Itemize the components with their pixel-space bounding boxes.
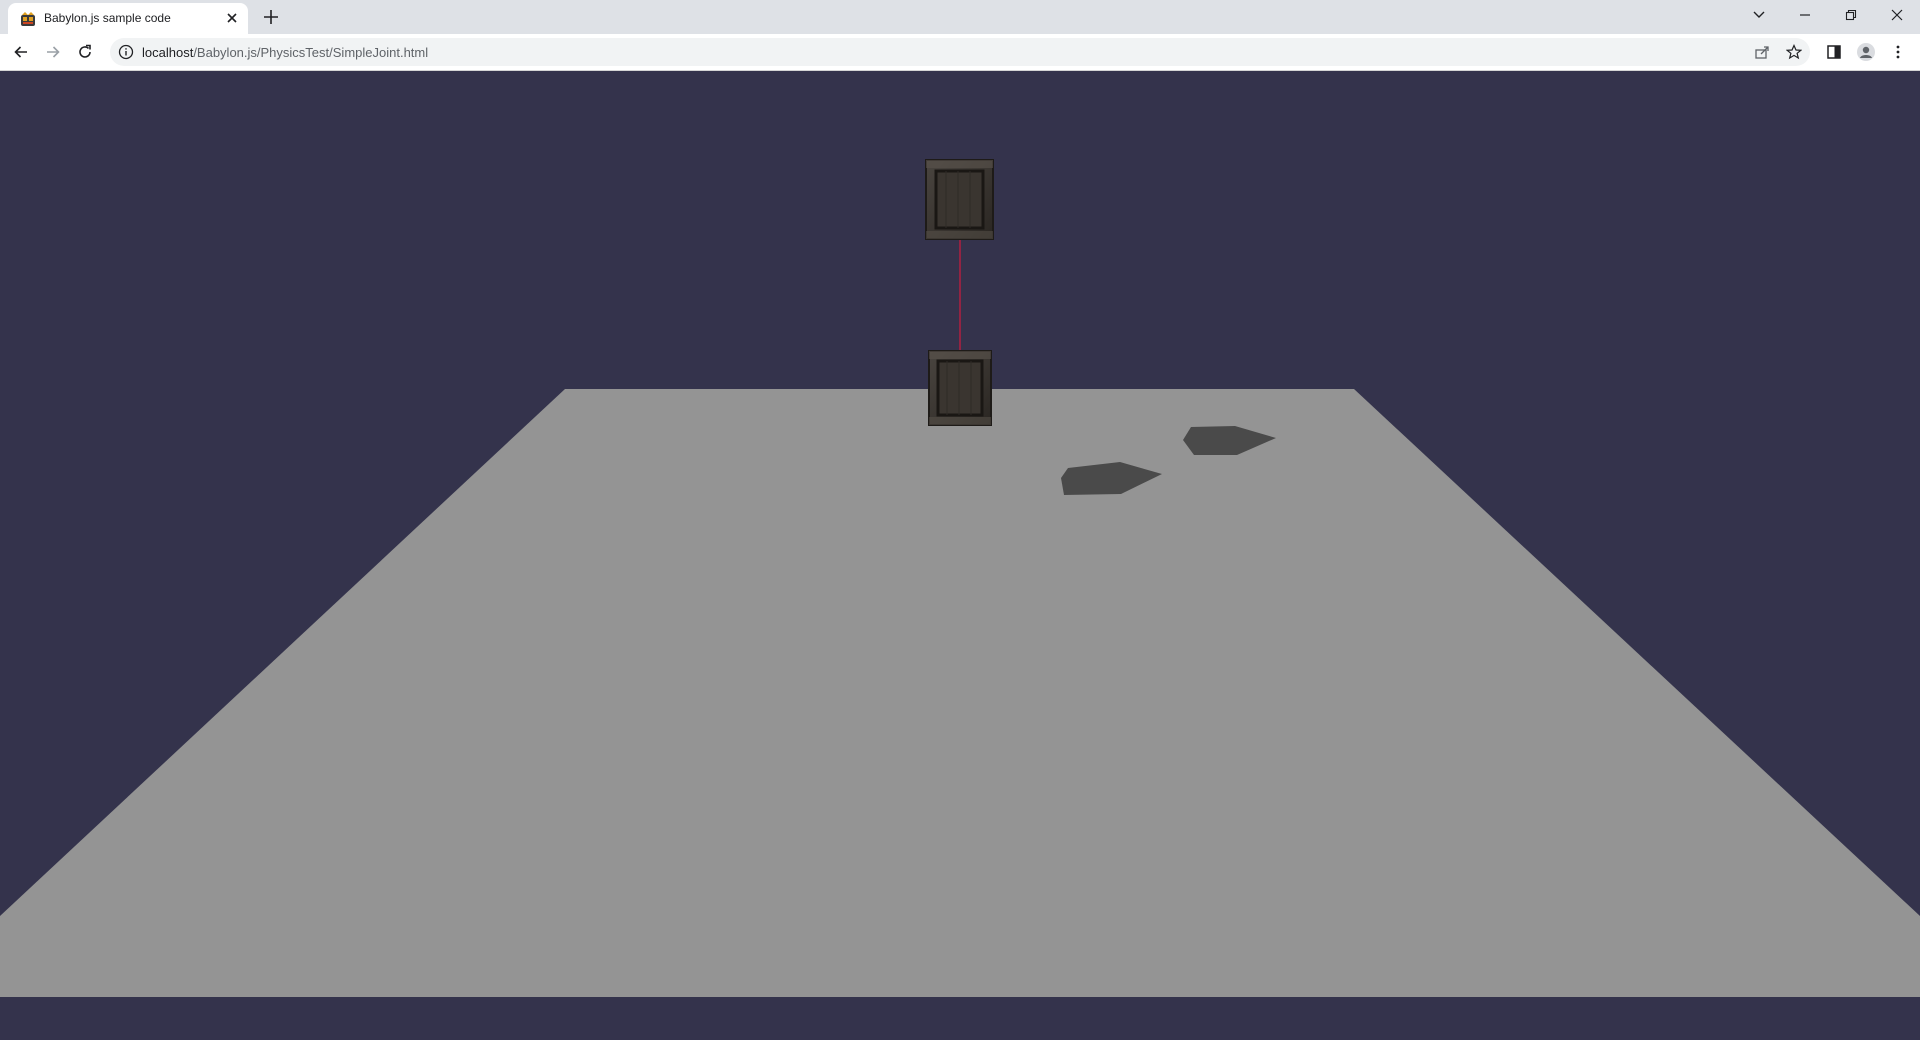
render-canvas[interactable] <box>0 71 1920 1040</box>
reload-button[interactable] <box>73 40 97 64</box>
crate-top <box>925 159 994 240</box>
profile-button[interactable] <box>1854 40 1878 64</box>
forward-button[interactable] <box>41 40 65 64</box>
browser-tab[interactable]: Babylon.js sample code <box>8 3 248 34</box>
side-panel-icon <box>1827 45 1841 59</box>
reload-icon <box>79 44 91 58</box>
browser-menu-button[interactable] <box>1886 40 1910 64</box>
scene-svg <box>0 159 1920 997</box>
tab-search-button[interactable] <box>1736 0 1782 30</box>
star-icon[interactable] <box>1786 44 1802 60</box>
close-icon <box>1891 9 1903 21</box>
restore-button[interactable] <box>1828 0 1874 30</box>
profile-icon <box>1857 43 1875 61</box>
ground-plane <box>0 389 1920 997</box>
new-tab-plus-icon[interactable] <box>262 8 280 26</box>
chevron-down-icon <box>1753 11 1765 18</box>
restore-icon <box>1845 9 1857 21</box>
arrow-left-icon <box>14 46 27 58</box>
babylon-logo-icon <box>21 12 35 26</box>
url-path: /Babylon.js/PhysicsTest/SimpleJoint.html <box>193 45 429 60</box>
info-icon[interactable] <box>118 44 134 60</box>
share-icon[interactable] <box>1754 44 1770 60</box>
browser-toolbar: localhost/Babylon.js/PhysicsTest/SimpleJ… <box>0 34 1920 71</box>
address-bar[interactable]: localhost/Babylon.js/PhysicsTest/SimpleJ… <box>110 38 1810 66</box>
back-button[interactable] <box>9 40 33 64</box>
url-text[interactable]: localhost/Babylon.js/PhysicsTest/SimpleJ… <box>142 45 428 60</box>
minimize-icon <box>1800 14 1810 16</box>
url-host: localhost <box>142 45 194 60</box>
window-close-button[interactable] <box>1874 0 1920 30</box>
arrow-right-icon <box>47 46 60 58</box>
side-panel-button[interactable] <box>1822 40 1846 64</box>
minimize-button[interactable] <box>1782 0 1828 30</box>
kebab-menu-icon <box>1896 45 1900 59</box>
close-icon[interactable] <box>224 10 240 26</box>
crate-bottom <box>928 350 992 426</box>
tab-title: Babylon.js sample code <box>44 11 171 25</box>
tab-strip: Babylon.js sample code <box>0 0 1920 34</box>
